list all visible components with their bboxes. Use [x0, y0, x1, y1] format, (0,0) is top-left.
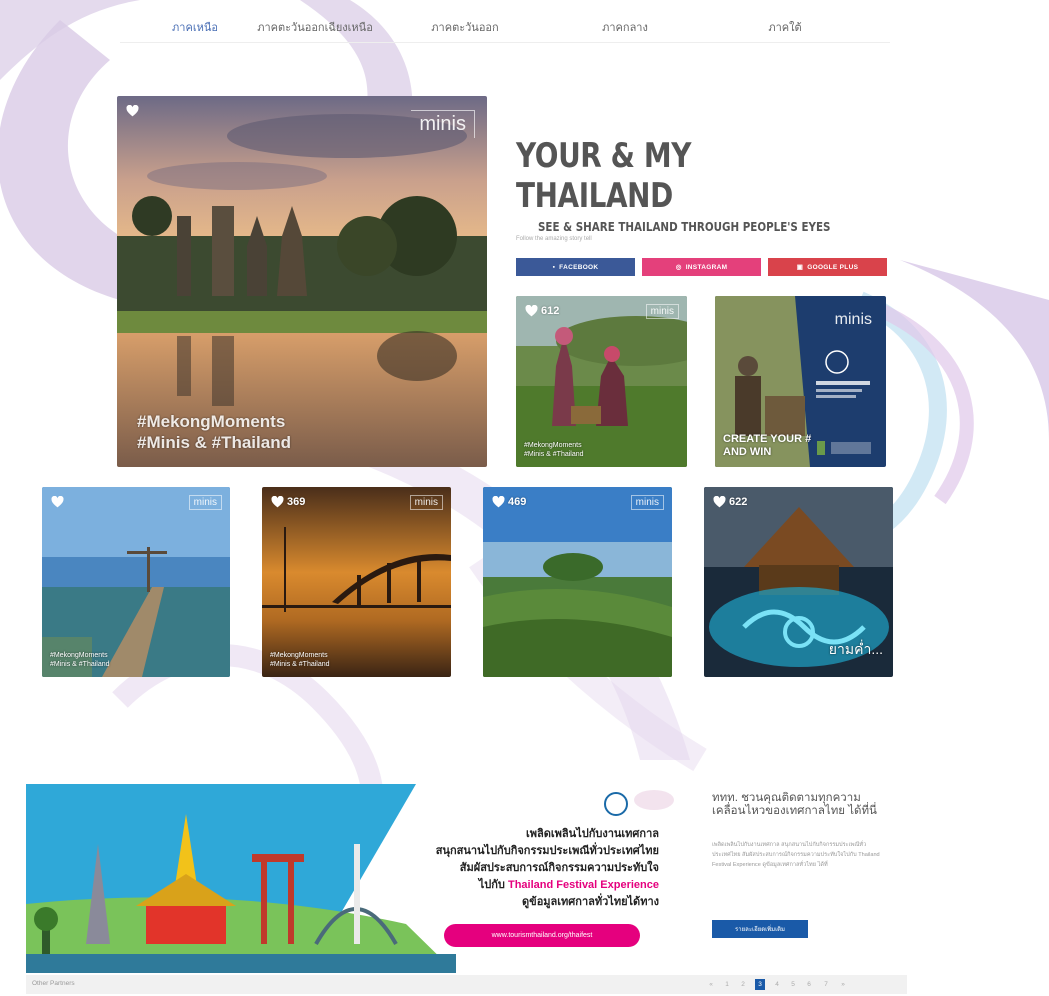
festival-banner[interactable]: เพลิดเพลินไปกับงานเทศกาล สนุกสนานไปกับกิ… [26, 784, 689, 973]
promo-card[interactable]: minis CREATE YOUR # AND WIN [715, 296, 886, 467]
caption-line: #MekongMoments [137, 412, 286, 431]
pagination-page[interactable]: 1 [722, 979, 732, 990]
photo-caption: #MekongMoments #Minis & #Thailand [50, 651, 110, 669]
like-count [126, 105, 139, 117]
nav-item-east[interactable]: ภาคตะวันออก [390, 18, 540, 36]
minis-logo: minis [411, 110, 475, 138]
like-number: 369 [287, 496, 306, 508]
photo-image [42, 487, 230, 677]
hero-title-line2: THAILAND [516, 176, 673, 216]
partners-label: Other Partners [32, 980, 75, 987]
photo-card[interactable]: 469 minis [483, 487, 672, 677]
caption-line: #MekongMoments [524, 442, 582, 449]
more-details-button[interactable]: รายละเอียดเพิ่มเติม [712, 920, 808, 938]
heart-icon [126, 105, 139, 117]
heart-icon [713, 496, 726, 508]
photo-caption: #MekongMoments #Minis & #Thailand [524, 441, 584, 459]
hero-photo-caption: #MekongMoments #Minis & #Thailand [137, 411, 291, 453]
caption-line: CREATE YOUR # [723, 433, 812, 445]
facebook-button[interactable]: ▪ FACEBOOK [516, 258, 635, 276]
photo-image [262, 487, 451, 677]
photo-image [483, 487, 672, 677]
facebook-icon: ▪ [552, 263, 556, 271]
side-body: เพลิดเพลินไปกับงานเทศกาล สนุกสนานไปกับกิ… [712, 842, 880, 868]
caption-line: #Minis & #Thailand [524, 451, 584, 458]
photo-card[interactable]: 612 minis #MekongMoments #Minis & #Thail… [516, 296, 687, 467]
instagram-icon: ◎ [675, 264, 682, 271]
nav-item-central[interactable]: ภาคกลาง [550, 18, 700, 36]
nav-item-northeast[interactable]: ภาคตะวันออกเฉียงเหนือ [240, 18, 390, 36]
banner-highlight: Thailand Festival Experience [507, 879, 659, 891]
nav-item-south[interactable]: ภาคใต้ [710, 18, 860, 36]
pagination-page[interactable]: 7 [821, 979, 831, 990]
google-plus-icon: ▣ [796, 264, 804, 271]
like-number: 622 [729, 496, 748, 508]
like-count: 612 [525, 305, 559, 317]
hero-note: Follow the amazing story tell [516, 236, 592, 242]
like-number: 612 [541, 305, 560, 317]
caption-line: #Minis & #Thailand [270, 661, 330, 668]
minis-logo: minis [834, 311, 872, 328]
pagination-page[interactable]: 4 [772, 979, 782, 990]
region-nav: ภาคเหนือ ภาคตะวันออกเฉียงเหนือ ภาคตะวันอ… [120, 10, 890, 43]
like-count: 369 [271, 496, 305, 508]
banner-line: สนุกสนานไปกับกิจกรรมประเพณีทั่วประเทศไทย [435, 845, 659, 857]
banner-copy: เพลิดเพลินไปกับงานเทศกาล สนุกสนานไปกับกิ… [436, 826, 659, 911]
hero-photo[interactable]: minis #MekongMoments #Minis & #Thailand [117, 96, 487, 467]
heart-icon [525, 305, 538, 317]
instagram-label: INSTAGRAM [685, 263, 728, 271]
banner-line: ดูข้อมูลเทศกาลทั่วไทยได้ทาง [522, 896, 659, 908]
like-count [51, 496, 67, 508]
pagination-prev[interactable]: « [706, 979, 716, 990]
caption-line: #MekongMoments [50, 652, 108, 659]
hero-title-line1: YOUR & MY [516, 136, 691, 176]
banner-line: เพลิดเพลินไปกับงานเทศกาล [526, 828, 659, 840]
google-plus-button[interactable]: ▣ GOOGLE PLUS [768, 258, 887, 276]
photo-card[interactable]: minis #MekongMoments #Minis & #Thailand [42, 487, 230, 677]
pagination-page[interactable]: 2 [738, 979, 748, 990]
pagination-next[interactable]: » [838, 979, 848, 990]
photo-caption: ยามค่ำ... [828, 641, 883, 657]
heart-icon [51, 496, 64, 508]
minis-logo: minis [630, 495, 664, 510]
pagination-page[interactable]: 6 [804, 979, 814, 990]
side-title: ททท. ชวนคุณติดตามทุกความเคลื่อนไหวของเทศ… [712, 792, 877, 817]
partners-bar: Other Partners « 1 2 3 4 5 6 7 » [26, 975, 907, 994]
instagram-button[interactable]: ◎ INSTAGRAM [642, 258, 761, 276]
minis-logo: minis [409, 495, 443, 510]
banner-url-button[interactable]: www.tourismthailand.org/thaifest [444, 924, 640, 947]
caption-line: #Minis & #Thailand [137, 433, 291, 452]
like-number: 469 [508, 496, 527, 508]
photo-card[interactable]: 622 ยามค่ำ... [704, 487, 893, 677]
banner-line: ไปกับ Thailand Festival Experience [436, 877, 659, 894]
like-count: 622 [713, 496, 747, 508]
promo-caption: CREATE YOUR # AND WIN [723, 433, 811, 459]
banner-line-prefix: ไปกับ [478, 879, 505, 891]
facebook-label: FACEBOOK [559, 263, 599, 271]
like-count: 469 [492, 496, 526, 508]
pagination-page[interactable]: 5 [788, 979, 798, 990]
photo-card[interactable]: 369 minis #MekongMoments #Minis & #Thail… [262, 487, 451, 677]
hero-title: YOUR & MY THAILAND [516, 136, 691, 216]
minis-logo: minis [188, 495, 222, 510]
photo-caption: #MekongMoments #Minis & #Thailand [270, 651, 330, 669]
pagination-page-active[interactable]: 3 [755, 979, 765, 990]
banner-line: สัมผัสประสบการณ์กิจกรรมความประทับใจ [459, 862, 659, 874]
caption-line: #Minis & #Thailand [50, 661, 110, 668]
heart-icon [271, 496, 284, 508]
caption-line: #MekongMoments [270, 652, 328, 659]
heart-icon [492, 496, 505, 508]
caption-line: AND WIN [723, 446, 772, 458]
minis-logo: minis [645, 304, 679, 319]
hero-subtitle: SEE & SHARE THAILAND THROUGH PEOPLE'S EY… [538, 220, 831, 234]
google-plus-label: GOOGLE PLUS [807, 263, 859, 271]
